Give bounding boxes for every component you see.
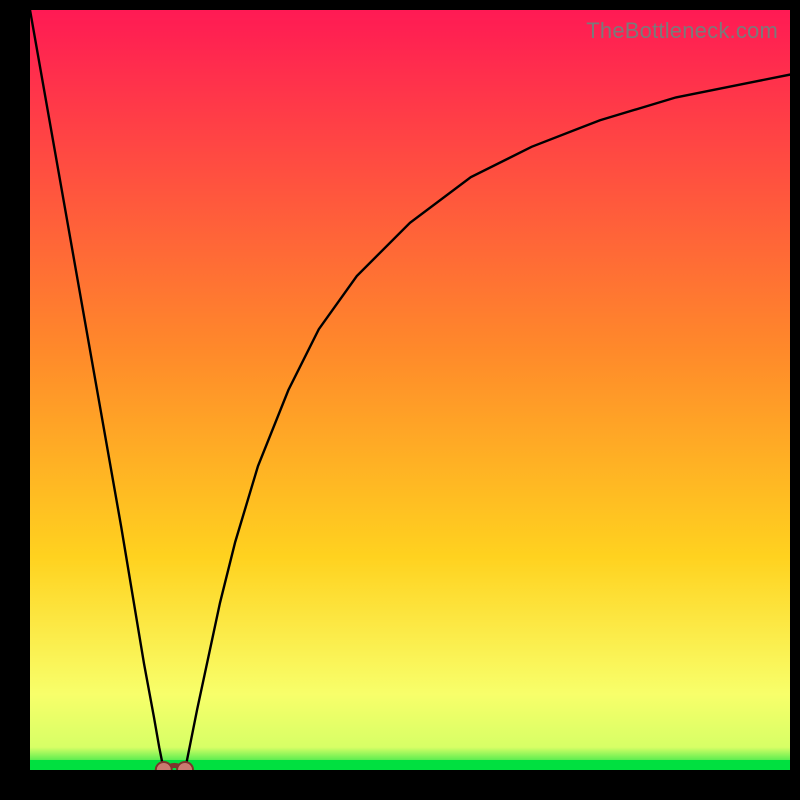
chart-svg (30, 10, 790, 770)
chart-frame: TheBottleneck.com (0, 0, 800, 800)
plot-background (30, 10, 790, 770)
watermark-text: TheBottleneck.com (586, 18, 778, 44)
plot-area: TheBottleneck.com (30, 10, 790, 770)
marker-dot-0 (156, 762, 172, 770)
green-baseline-band (30, 760, 790, 770)
marker-dot-1 (177, 762, 193, 770)
